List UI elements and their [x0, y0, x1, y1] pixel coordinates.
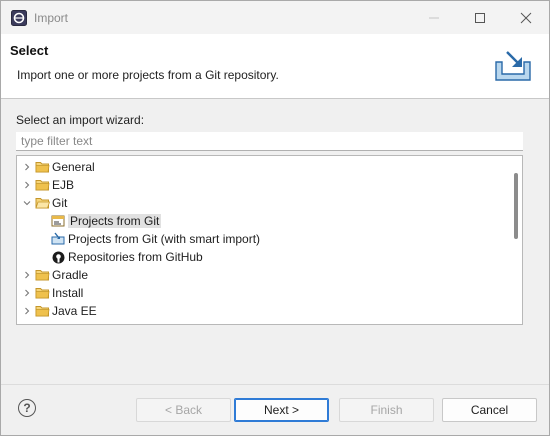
folder-icon — [34, 303, 50, 319]
chevron-right-icon[interactable] — [20, 268, 34, 282]
import-banner-icon — [493, 48, 533, 84]
tree-item-label: EJB — [52, 178, 75, 192]
tree-item-label: Projects from Git (with smart import) — [68, 232, 261, 246]
github-icon — [50, 249, 66, 265]
chevron-right-icon[interactable] — [20, 304, 34, 318]
chevron-down-icon[interactable] — [20, 196, 34, 210]
tree-item-label: Repositories from GitHub — [68, 250, 203, 264]
folder-icon — [34, 159, 50, 175]
chevron-right-icon[interactable] — [20, 160, 34, 174]
tree-item-gradle[interactable]: Gradle — [20, 266, 88, 284]
tree-item-repositories-from-github[interactable]: Repositories from GitHub — [50, 248, 203, 266]
close-icon — [520, 12, 532, 23]
folder-icon — [34, 177, 50, 193]
tree-item-general[interactable]: General — [20, 158, 95, 176]
footer-divider — [1, 384, 549, 385]
folder-icon — [34, 285, 50, 301]
folder-open-icon — [34, 195, 50, 211]
wizard-tree: General EJB Git Projects from Git Projec… — [16, 155, 523, 325]
cancel-button[interactable]: Cancel — [442, 398, 537, 422]
import-dialog: Import Select Import one or more project… — [0, 0, 550, 436]
minimize-button[interactable] — [411, 1, 457, 34]
help-button[interactable]: ? — [18, 399, 36, 417]
chevron-right-icon[interactable] — [20, 178, 34, 192]
smart-import-icon — [50, 231, 66, 247]
maximize-button[interactable] — [457, 1, 503, 34]
scrollbar-thumb[interactable] — [514, 173, 518, 239]
maximize-icon — [475, 12, 485, 23]
title-bar: Import — [1, 1, 549, 34]
folder-icon — [34, 267, 50, 283]
import-wizard-label: Select an import wizard: — [16, 113, 145, 127]
tree-item-git[interactable]: Git — [20, 194, 67, 212]
tree-scrollbar[interactable] — [511, 157, 521, 323]
tree-item-projects-from-git[interactable]: Projects from Git — [50, 212, 162, 230]
finish-button[interactable]: Finish — [339, 398, 434, 422]
close-button[interactable] — [503, 1, 549, 34]
tree-item-java-ee[interactable]: Java EE — [20, 302, 97, 320]
tree-item-label: Gradle — [52, 268, 89, 282]
git-import-icon — [50, 213, 66, 229]
next-button[interactable]: Next > — [234, 398, 329, 422]
tree-item-label: Git — [52, 196, 68, 210]
tree-item-label: Install — [52, 286, 84, 300]
chevron-right-icon[interactable] — [20, 286, 34, 300]
tree-item-ejb[interactable]: EJB — [20, 176, 74, 194]
wizard-header: Select Import one or more projects from … — [1, 34, 549, 99]
page-title: Select — [10, 43, 49, 58]
minimize-icon — [429, 17, 439, 18]
page-description: Import one or more projects from a Git r… — [17, 68, 279, 82]
tree-item-label: Projects from Git — [68, 214, 162, 228]
filter-input[interactable] — [16, 132, 523, 151]
back-button[interactable]: < Back — [136, 398, 231, 422]
eclipse-app-icon — [11, 10, 27, 26]
window-title: Import — [34, 11, 69, 25]
tree-item-projects-from-git-smart[interactable]: Projects from Git (with smart import) — [50, 230, 260, 248]
tree-item-label: Java EE — [52, 304, 97, 318]
tree-item-label: General — [52, 160, 95, 174]
tree-item-install[interactable]: Install — [20, 284, 83, 302]
